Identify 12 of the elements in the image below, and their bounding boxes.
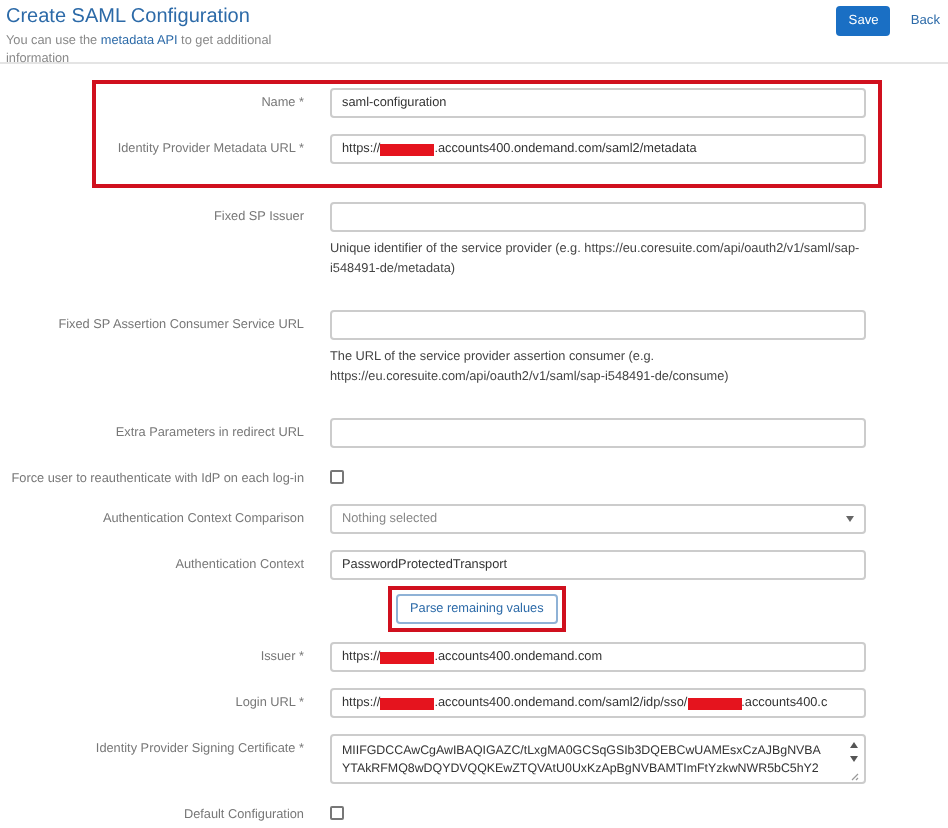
scrollbar-icon	[848, 738, 860, 782]
input-field[interactable]	[330, 310, 866, 340]
input-field[interactable]	[330, 202, 866, 232]
input-field[interactable]	[330, 418, 866, 448]
redaction-mark	[380, 651, 435, 663]
caret-icon	[846, 516, 854, 522]
checkbox[interactable]	[330, 470, 344, 484]
redaction-mark	[380, 143, 435, 155]
redaction-mark	[687, 697, 742, 709]
redaction-mark	[380, 697, 435, 709]
checkbox[interactable]	[330, 806, 344, 820]
page-title: Create SAML Configuration	[6, 6, 252, 30]
